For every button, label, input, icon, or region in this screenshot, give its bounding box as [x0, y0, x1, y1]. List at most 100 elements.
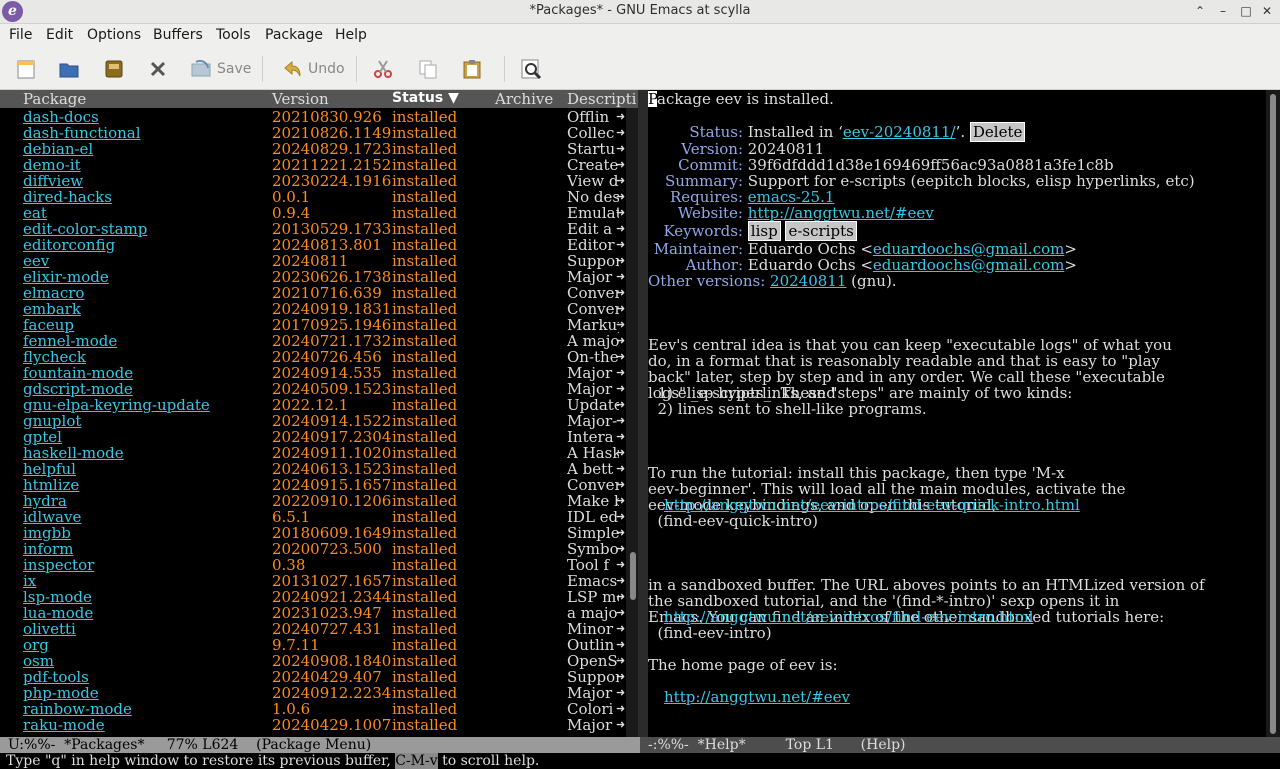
package-name-link[interactable]: fennel-mode: [23, 333, 117, 349]
package-name-link[interactable]: gnuplot: [23, 413, 81, 429]
package-name-link[interactable]: rainbow-mode: [23, 701, 132, 717]
new-file-button[interactable]: [15, 56, 37, 82]
package-name-link[interactable]: elixir-mode: [23, 269, 109, 285]
package-name-link[interactable]: faceup: [23, 317, 74, 333]
package-name-link[interactable]: ix: [23, 573, 36, 589]
table-row[interactable]: lsp-mode 20240921.2344installed LSP mo➜: [0, 589, 626, 605]
menu-tools[interactable]: Tools: [216, 27, 251, 43]
package-name-link[interactable]: dash-functional: [23, 125, 141, 141]
table-row[interactable]: gnu-elpa-keyring-update 2022.12.1 installe…: [0, 397, 626, 413]
package-name-link[interactable]: dash-docs: [23, 109, 99, 125]
table-row[interactable]: haskell-mode 20240911.1020 installed A Hask…: [0, 445, 626, 461]
package-name-link[interactable]: fountain-mode: [23, 365, 133, 381]
package-name-link[interactable]: osm: [23, 653, 54, 669]
menu-edit[interactable]: Edit: [46, 27, 73, 43]
table-row[interactable]: org 9.7.11 installed Outlin ➜: [0, 637, 626, 653]
save-button[interactable]: Save: [190, 56, 251, 82]
package-name-link[interactable]: imgbb: [23, 525, 71, 541]
table-row[interactable]: gptel 20240917.2304 installed Intera ➜: [0, 429, 626, 445]
package-name-link[interactable]: haskell-mode: [23, 445, 124, 461]
package-name-link[interactable]: hydra: [23, 493, 67, 509]
table-row[interactable]: elixir-mode 20230626.1738 installed Major ➜: [0, 269, 626, 285]
table-row[interactable]: imgbb 20180609.1649 installed Simple ➜: [0, 525, 626, 541]
table-row[interactable]: olivetti 20240727.431 installed Minor ➜: [0, 621, 626, 637]
table-row[interactable]: pdf-tools 20240429.407 installed Suppor ➜: [0, 669, 626, 685]
table-row[interactable]: hydra 20220910.1206 installed Make b ➜: [0, 493, 626, 509]
keyword-escripts-button[interactable]: e-scripts: [785, 221, 857, 241]
package-name-link[interactable]: inform: [23, 541, 73, 557]
table-row[interactable]: demo-it 20211221.2152 installed Create ➜: [0, 157, 626, 173]
table-row[interactable]: editorconfig 20240813.801 installed Editor ➜: [0, 237, 626, 253]
table-row[interactable]: dash-functional 20210826.1149 installed Col…: [0, 125, 626, 141]
package-name-link[interactable]: php-mode: [23, 685, 99, 701]
delete-button[interactable]: Delete: [969, 122, 1026, 142]
table-row[interactable]: fennel-mode 20240721.1732 installed A majo ➜: [0, 333, 626, 349]
column-package[interactable]: Package: [23, 90, 86, 108]
close-button[interactable]: ✕: [1258, 2, 1276, 20]
column-description[interactable]: Descripti: [567, 90, 636, 108]
other-version-link[interactable]: 20240811: [770, 272, 846, 290]
package-name-link[interactable]: dired-hacks: [23, 189, 112, 205]
package-name-link[interactable]: editorconfig: [23, 237, 115, 253]
package-name-link[interactable]: helpful: [23, 461, 76, 477]
package-name-link[interactable]: raku-mode: [23, 717, 105, 733]
table-row[interactable]: gdscript-mode 20240509.1523 installed Major…: [0, 381, 626, 397]
table-row[interactable]: faceup 20170925.1946installed Markup➜: [0, 317, 626, 333]
menu-help[interactable]: Help: [335, 27, 367, 43]
column-status[interactable]: Status ▼: [392, 90, 459, 106]
table-row[interactable]: helpful 20240613.1523 installed A bett ➜: [0, 461, 626, 477]
package-name-link[interactable]: gptel: [23, 429, 62, 445]
package-name-link[interactable]: idlwave: [23, 509, 81, 525]
table-row[interactable]: rainbow-mode 1.0.6 installed Colori ➜: [0, 701, 626, 717]
column-archive[interactable]: Archive: [495, 90, 553, 108]
table-row[interactable]: debian-el 20240829.1723 installed Startu ➜: [0, 141, 626, 157]
search-button[interactable]: [520, 56, 542, 82]
menu-options[interactable]: Options: [87, 27, 141, 43]
table-row[interactable]: dired-hacks 0.0.1 installed No des ➜: [0, 189, 626, 205]
table-row[interactable]: inspector 0.38 installed Tool f ➜: [0, 557, 626, 573]
table-row[interactable]: diffview 20230224.1916 installed View d ➜: [0, 173, 626, 189]
package-list-pane[interactable]: Package Version Status ▼ Archive Descrip…: [0, 90, 640, 737]
table-row[interactable]: php-mode 20240912.2234 installed Major ➜: [0, 685, 626, 701]
package-name-link[interactable]: eat: [23, 205, 47, 221]
menu-buffers[interactable]: Buffers: [153, 27, 203, 43]
table-row[interactable]: lua-mode 20231023.947 installed a majo ➜: [0, 605, 626, 621]
help-pane[interactable]: Package eev is installed. Status: Instal…: [648, 90, 1266, 737]
minimize-button[interactable]: –: [1214, 2, 1232, 20]
package-name-link[interactable]: debian-el: [23, 141, 93, 157]
mode-line-help[interactable]: -:%%- *Help* Top L1 (Help): [640, 737, 1280, 753]
install-dir-link[interactable]: eev-20240811/: [843, 123, 956, 141]
package-name-link[interactable]: eev: [23, 253, 49, 269]
open-folder-button[interactable]: [58, 56, 80, 82]
package-name-link[interactable]: inspector: [23, 557, 94, 573]
table-row[interactable]: edit-color-stamp 20130529.1733 installed Ed…: [0, 221, 626, 237]
package-name-link[interactable]: edit-color-stamp: [23, 221, 147, 237]
table-row[interactable]: eev 20240811 installed Suppor ➜: [0, 253, 626, 269]
table-row[interactable]: gnuplot 20240914.1522 installed Major- ➜: [0, 413, 626, 429]
mode-line-packages[interactable]: U:%%- *Packages* 77% L624 (Package Menu): [0, 737, 640, 753]
table-row[interactable]: inform 20200723.500 installed Symbol ➜: [0, 541, 626, 557]
paste-button[interactable]: [461, 56, 483, 82]
right-scrollbar[interactable]: [1266, 90, 1280, 737]
chevron-up-icon[interactable]: ⌃: [1191, 2, 1209, 20]
package-name-link[interactable]: htmlize: [23, 477, 79, 493]
keyword-lisp-button[interactable]: lisp: [747, 221, 781, 241]
table-row[interactable]: embark 20240919.1831 installed Conven ➜: [0, 301, 626, 317]
website-link[interactable]: http://anggtwu.net/#eev: [748, 204, 934, 222]
package-name-link[interactable]: org: [23, 637, 49, 653]
menu-file[interactable]: File: [9, 27, 32, 43]
copy-button[interactable]: [417, 56, 439, 82]
table-row[interactable]: ix 20131027.1657 installed Emacs ➜: [0, 573, 626, 589]
table-row[interactable]: dash-docs 20210830.926 installed Offlin ➜: [0, 109, 626, 125]
window-divider[interactable]: [638, 90, 648, 737]
table-row[interactable]: idlwave 6.5.1 installed IDL ed ➜: [0, 509, 626, 525]
menu-package[interactable]: Package: [265, 27, 323, 43]
package-name-link[interactable]: demo-it: [23, 157, 81, 173]
table-row[interactable]: osm 20240908.1840 installed OpenSt ➜: [0, 653, 626, 669]
column-version[interactable]: Version: [272, 90, 329, 108]
package-name-link[interactable]: gdscript-mode: [23, 381, 133, 397]
cut-button[interactable]: [372, 56, 394, 82]
scrollbar-thumb[interactable]: [1270, 94, 1276, 734]
table-row[interactable]: htmlize 20240915.1657 installed Conver ➜: [0, 477, 626, 493]
table-row[interactable]: eat 0.9.4 installed Emulat ➜: [0, 205, 626, 221]
